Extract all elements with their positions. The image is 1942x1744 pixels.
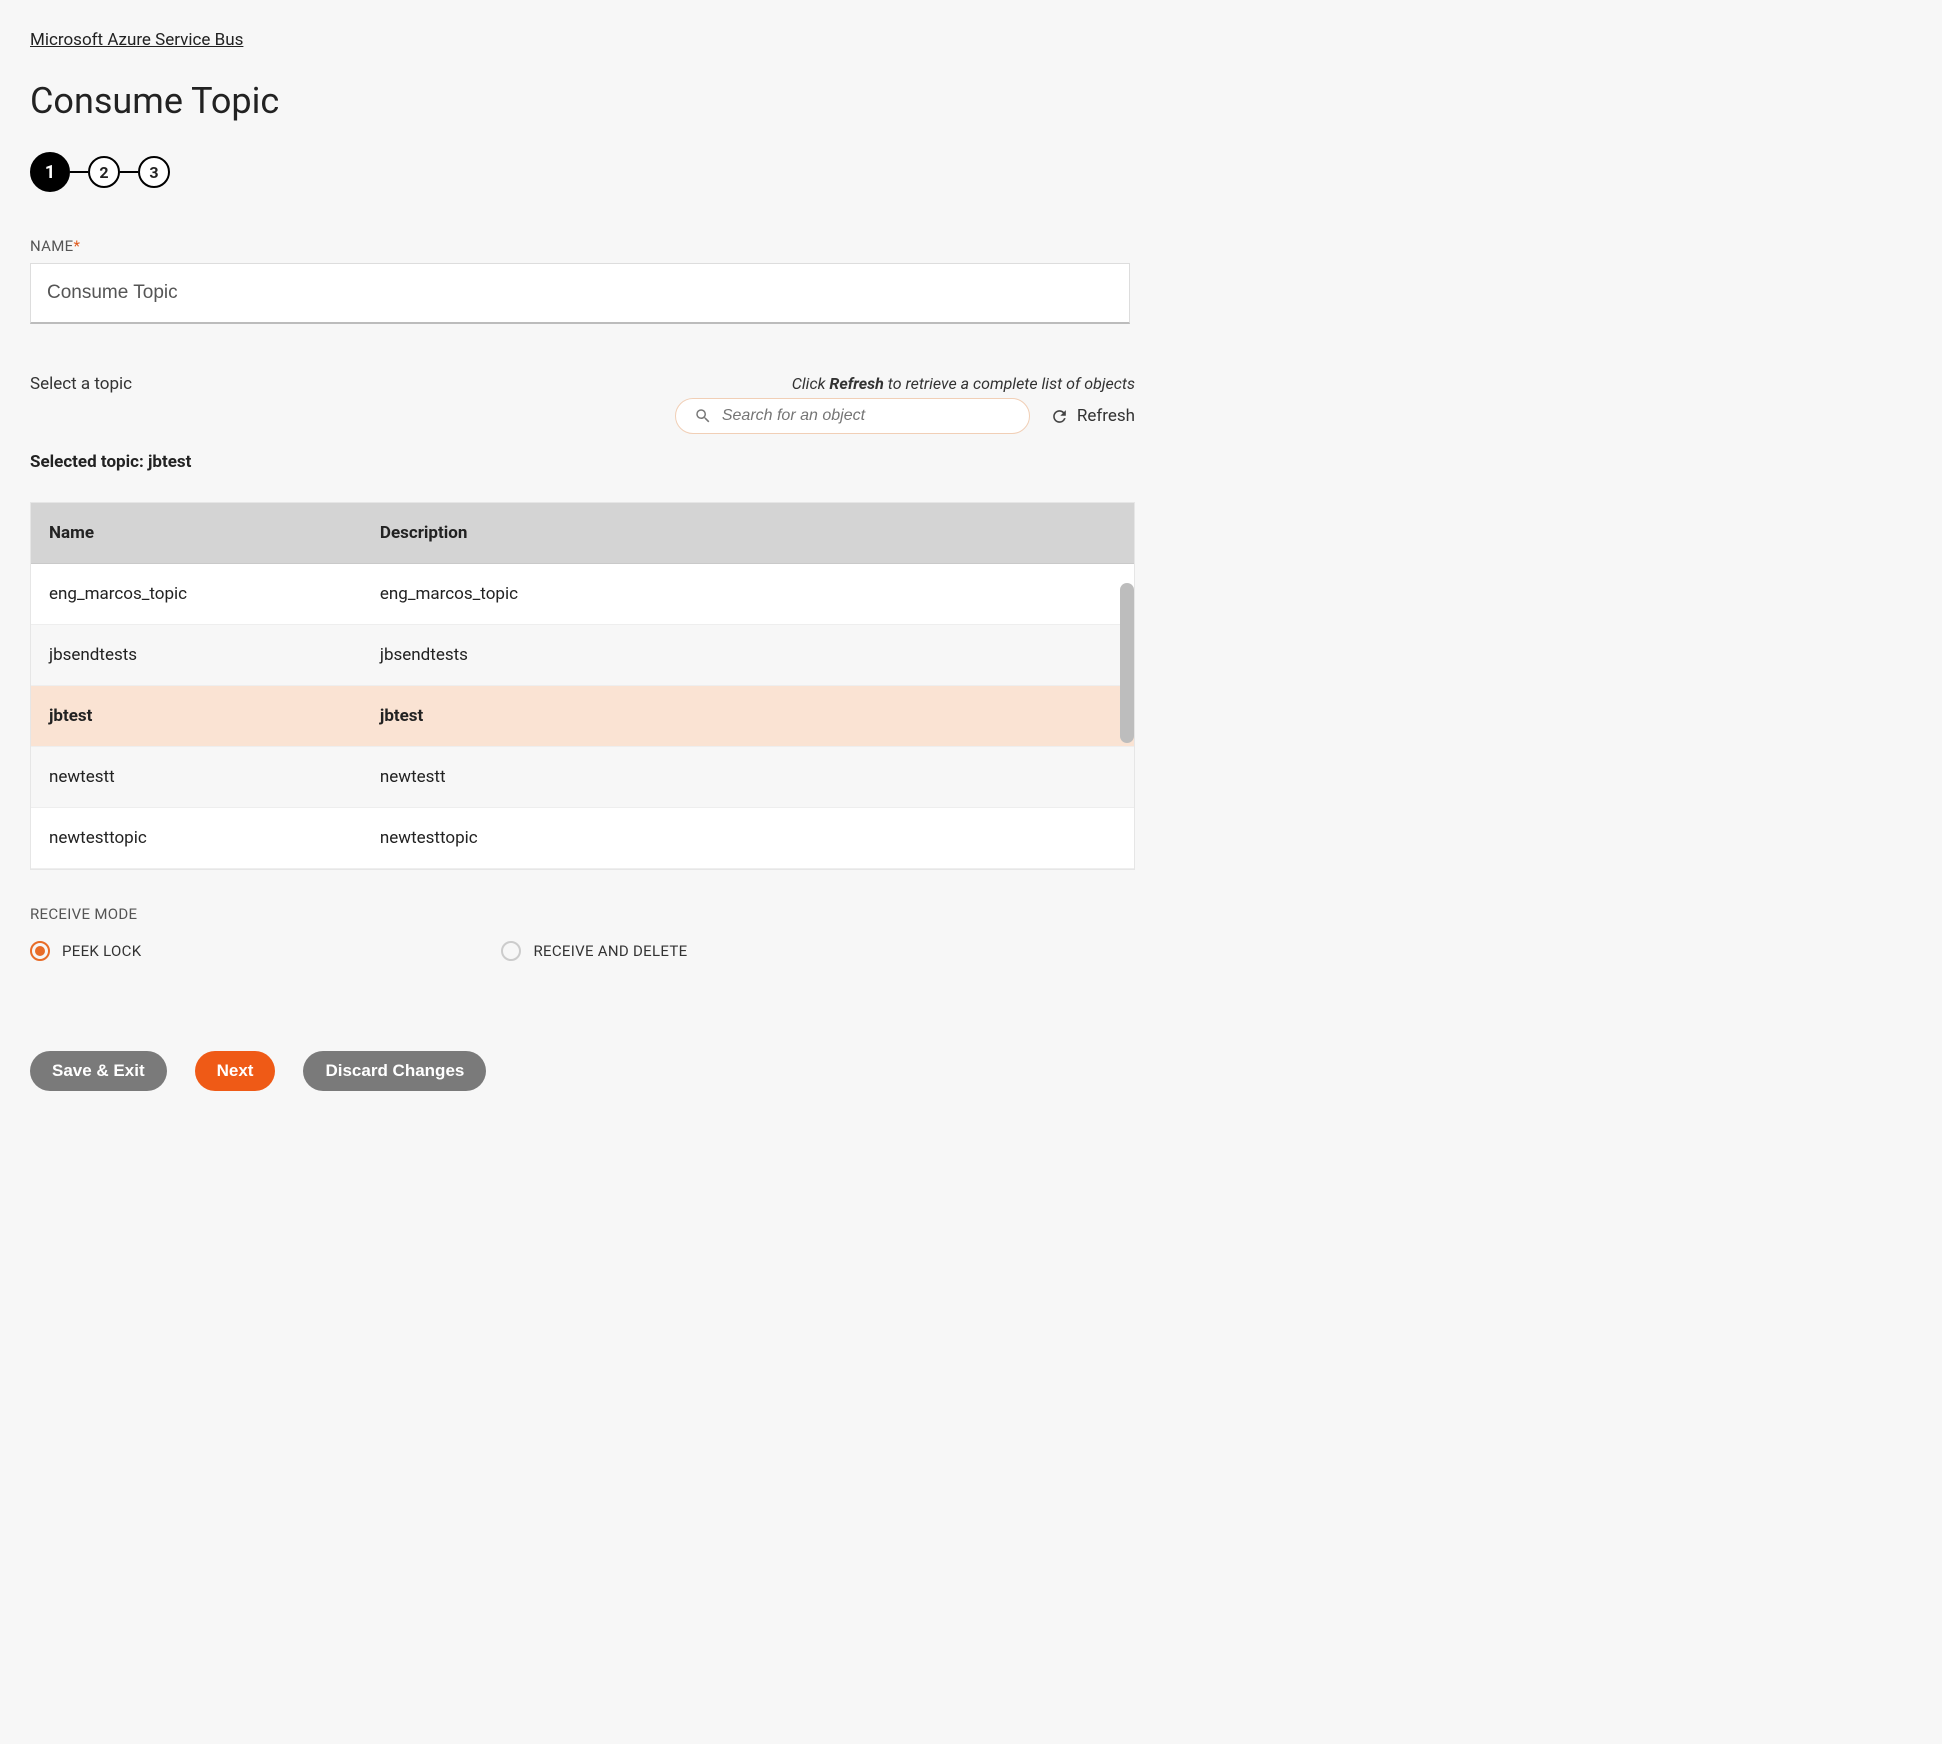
radio-label: RECEIVE AND DELETE <box>533 942 687 960</box>
cell-description: eng_marcos_topic <box>362 564 1134 625</box>
refresh-hint: Click Refresh to retrieve a complete lis… <box>792 374 1135 393</box>
selected-topic: Selected topic: jbtest <box>30 452 1912 472</box>
cell-name: jbtest <box>31 686 362 747</box>
col-description[interactable]: Description <box>362 503 1134 564</box>
cell-description: newtestt <box>362 747 1134 808</box>
cell-description: newtesttopic <box>362 808 1134 869</box>
search-icon <box>694 407 712 425</box>
col-name[interactable]: Name <box>31 503 362 564</box>
topic-table-wrap: Name Description eng_marcos_topiceng_mar… <box>30 502 1135 870</box>
radio-receive-and-delete[interactable]: RECEIVE AND DELETE <box>501 941 687 961</box>
radio-peek-lock[interactable]: PEEK LOCK <box>30 941 141 961</box>
cell-name: newtesttopic <box>31 808 362 869</box>
step-1[interactable]: 1 <box>30 152 70 192</box>
scrollbar[interactable] <box>1120 583 1134 743</box>
table-row[interactable]: jbsendtestsjbsendtests <box>31 625 1134 686</box>
step-connector <box>70 171 88 173</box>
step-2[interactable]: 2 <box>88 156 120 188</box>
search-box[interactable] <box>675 398 1030 434</box>
refresh-icon <box>1050 407 1069 426</box>
radio-label: PEEK LOCK <box>62 942 141 960</box>
cell-description: jbtest <box>362 686 1134 747</box>
discard-button[interactable]: Discard Changes <box>303 1051 486 1091</box>
refresh-button[interactable]: Refresh <box>1050 406 1135 426</box>
step-3[interactable]: 3 <box>138 156 170 188</box>
cell-description: jbsendtests <box>362 625 1134 686</box>
cell-name: jbsendtests <box>31 625 362 686</box>
search-input[interactable] <box>722 407 1011 425</box>
name-input[interactable] <box>30 263 1130 324</box>
footer-buttons: Save & Exit Next Discard Changes <box>30 1051 1912 1091</box>
table-row[interactable]: newtesttopicnewtesttopic <box>31 808 1134 869</box>
radio-circle <box>30 941 50 961</box>
breadcrumb-link[interactable]: Microsoft Azure Service Bus <box>30 30 243 50</box>
table-row[interactable]: newtesttnewtestt <box>31 747 1134 808</box>
radio-circle <box>501 941 521 961</box>
next-button[interactable]: Next <box>195 1051 276 1091</box>
page-title: Consume Topic <box>30 80 1912 122</box>
table-row[interactable]: jbtestjbtest <box>31 686 1134 747</box>
cell-name: eng_marcos_topic <box>31 564 362 625</box>
cell-name: newtestt <box>31 747 362 808</box>
step-connector <box>120 171 138 173</box>
select-topic-label: Select a topic <box>30 374 132 394</box>
refresh-label: Refresh <box>1077 406 1135 426</box>
receive-mode-label: RECEIVE MODE <box>30 905 1912 923</box>
table-row[interactable]: eng_marcos_topiceng_marcos_topic <box>31 564 1134 625</box>
name-field-label: NAME* <box>30 237 1912 255</box>
stepper: 1 2 3 <box>30 152 1912 192</box>
save-exit-button[interactable]: Save & Exit <box>30 1051 167 1091</box>
topic-table: Name Description eng_marcos_topiceng_mar… <box>31 503 1134 869</box>
